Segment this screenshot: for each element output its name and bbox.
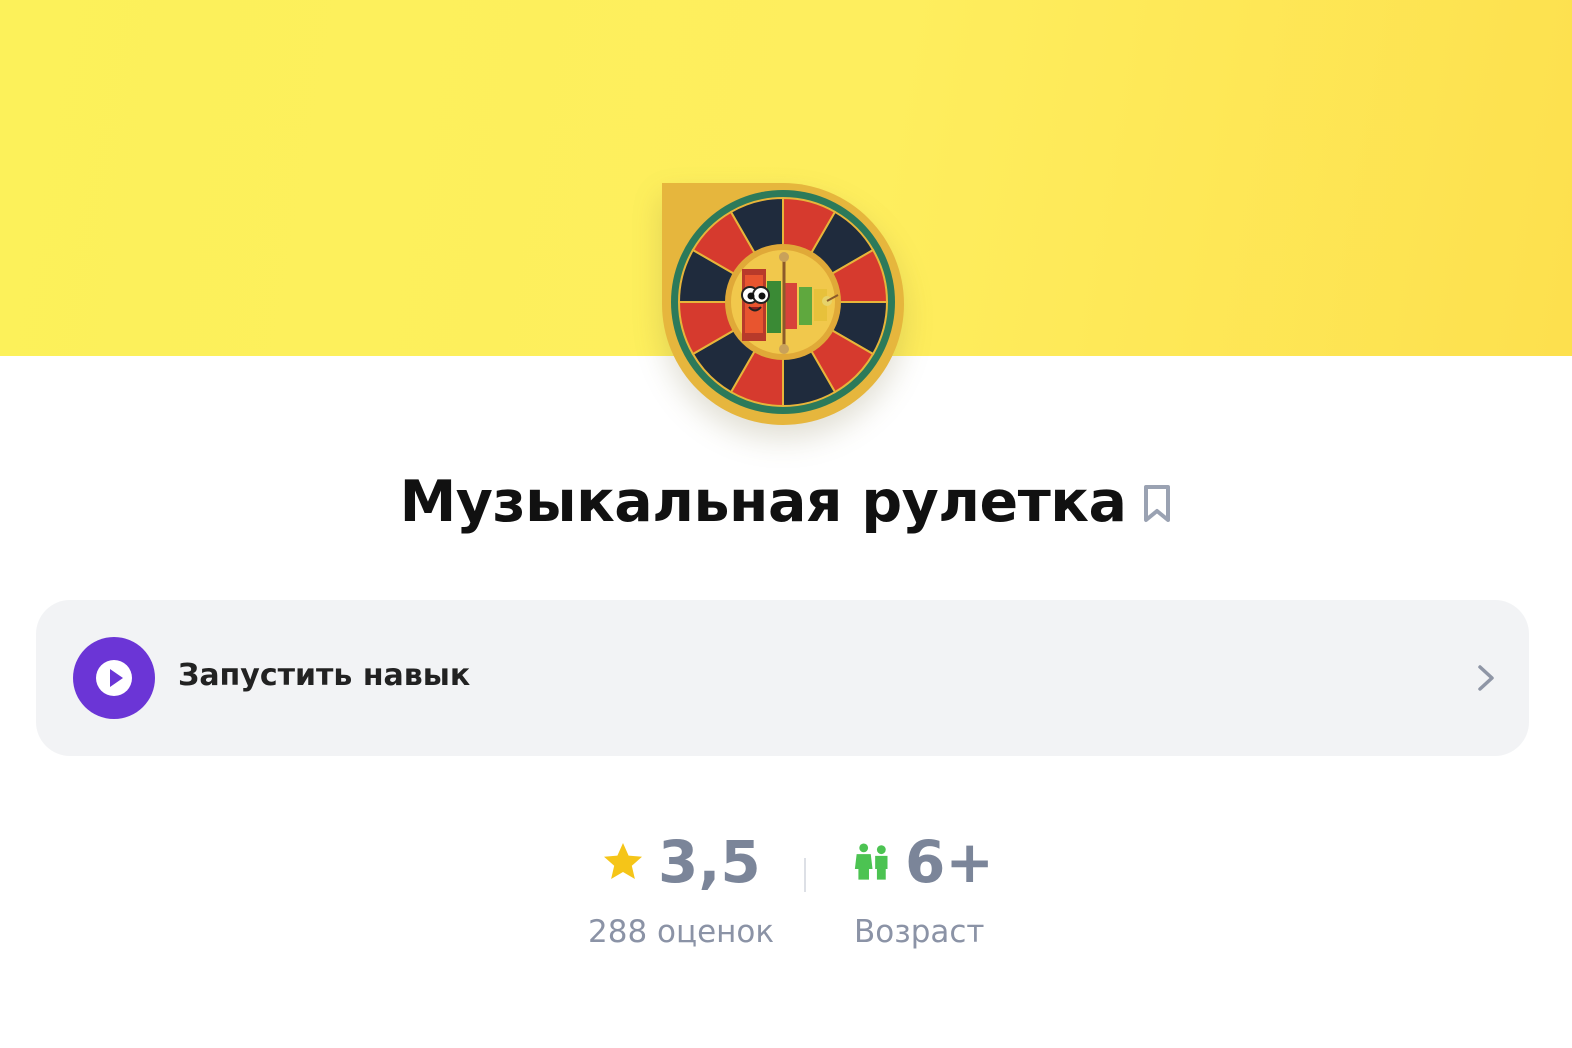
age-value: 6+ [905, 828, 994, 896]
skill-title: Музыкальная рулетка [399, 469, 1127, 535]
age-stat: 6+ Возраст [854, 826, 994, 950]
age-label: Возраст [854, 914, 985, 950]
play-button-circle [73, 637, 155, 719]
kids-icon [854, 843, 888, 880]
rating-count: 288 оценок [588, 914, 775, 950]
rating-stat[interactable]: 3,5 288 оценок [588, 826, 778, 950]
stats-divider [804, 858, 806, 892]
skill-logo [662, 183, 904, 425]
chevron-right-icon [1478, 665, 1494, 691]
play-icon [96, 660, 132, 696]
star-icon [604, 843, 642, 879]
bookmark-icon[interactable] [1142, 484, 1172, 524]
launch-skill-button[interactable]: Запустить навык [36, 600, 1529, 756]
rating-value: 3,5 [658, 828, 761, 896]
launch-skill-label: Запустить навык [178, 658, 471, 693]
